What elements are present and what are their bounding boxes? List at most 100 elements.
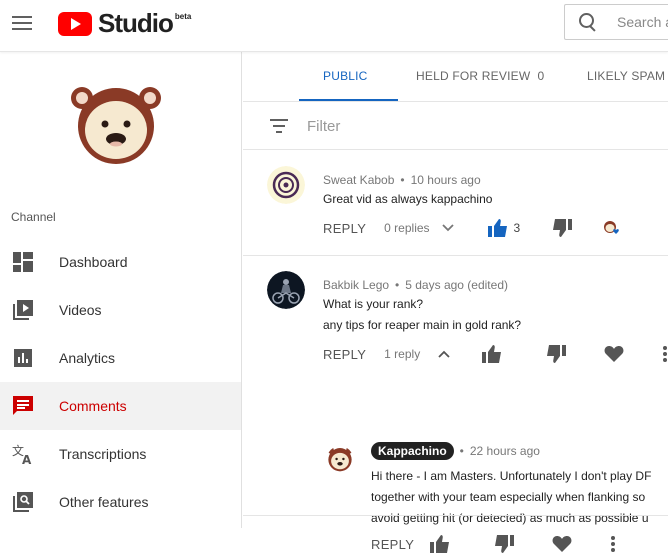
reply-author-badge[interactable]: Kappachino	[371, 442, 454, 460]
comment-author[interactable]: Sweat Kabob	[323, 173, 394, 187]
sidebar-nav: Dashboard Videos Analytics Comments 文A T…	[0, 238, 241, 526]
reply-button[interactable]: REPLY	[323, 221, 366, 236]
creator-heart-icon	[604, 221, 620, 234]
tab-label: HELD FOR REVIEW	[416, 69, 531, 83]
chevron-down-icon	[441, 224, 454, 232]
reply-text: Hi there - I am Masters. Unfortunately I…	[371, 466, 651, 529]
sidebar-item-other-features[interactable]: Other features	[0, 478, 241, 526]
tab-held-for-review[interactable]: HELD FOR REVIEW 0	[416, 69, 544, 83]
heart-icon	[604, 346, 624, 362]
thumbs-up-icon	[482, 345, 502, 363]
commenter-avatar[interactable]	[267, 166, 305, 204]
sidebar-item-comments[interactable]: Comments	[0, 382, 241, 430]
filter-input[interactable]: Filter	[307, 118, 340, 135]
sidebar-item-label: Dashboard	[59, 254, 128, 270]
like-button[interactable]	[430, 535, 450, 553]
top-bar: Studio beta Search a	[0, 0, 668, 52]
like-count: 3	[513, 221, 521, 235]
reply-line: together with your team especially when …	[371, 490, 646, 504]
channel-avatar[interactable]	[68, 84, 164, 166]
sidebar-item-label: Transcriptions	[59, 446, 147, 462]
sidebar-item-label: Analytics	[59, 350, 116, 366]
thumbs-up-icon	[430, 535, 450, 553]
comments-icon	[12, 395, 34, 417]
sidebar-item-analytics[interactable]: Analytics	[0, 334, 241, 382]
heart-button[interactable]	[552, 535, 572, 553]
heart-button[interactable]	[604, 345, 624, 363]
youtube-play-icon	[58, 11, 92, 36]
filter-icon[interactable]	[269, 119, 289, 133]
sidebar-item-transcriptions[interactable]: 文A Transcriptions	[0, 430, 241, 478]
sidebar-item-videos[interactable]: Videos	[0, 286, 241, 334]
translate-icon: 文A	[12, 443, 34, 465]
held-count: 0	[537, 69, 545, 83]
replies-count: 1 reply	[384, 347, 421, 361]
comment-author[interactable]: Bakbik Lego	[323, 278, 389, 292]
creator-heart-button[interactable]	[602, 218, 622, 238]
comment-tabs: PUBLIC HELD FOR REVIEW 0 LIKELY SPAM	[243, 52, 668, 102]
svg-text:A: A	[22, 453, 32, 465]
channel-label: Channel	[11, 210, 56, 224]
like-button[interactable]	[482, 345, 502, 363]
comment-item: Bakbik Lego • 5 days ago (edited) What is …	[243, 256, 668, 553]
sidebar-item-label: Other features	[59, 494, 149, 510]
comments-panel: PUBLIC HELD FOR REVIEW 0 LIKELY SPAM Fil…	[243, 52, 668, 553]
thumbs-down-icon	[547, 345, 567, 363]
comment-line: any tips for reaper main in gold rank?	[323, 318, 522, 332]
comment-meta: Bakbik Lego • 5 days ago (edited)	[323, 278, 508, 292]
logo-text: Studio	[98, 8, 174, 38]
reply-line: avoid getting hit (or detected) as much …	[371, 511, 649, 525]
more-options-button[interactable]	[662, 345, 668, 363]
comment-text: Great vid as always kappachino	[323, 192, 493, 206]
like-button[interactable]	[487, 219, 508, 237]
active-tab-indicator	[299, 99, 398, 101]
comment-item: Sweat Kabob • 10 hours ago Great vid as al…	[243, 151, 668, 255]
other-features-icon	[12, 491, 34, 513]
dislike-button[interactable]	[494, 535, 515, 553]
dashboard-icon	[12, 251, 34, 273]
comment-text: What is your rank? any tips for reaper m…	[323, 294, 521, 336]
videos-icon	[12, 299, 34, 321]
reply-author-avatar[interactable]	[327, 446, 353, 472]
thumbs-up-icon	[487, 219, 507, 237]
sidebar: Channel Dashboard Videos Analytics Comme…	[0, 52, 242, 528]
search-icon[interactable]	[579, 13, 597, 31]
thumbs-down-icon	[495, 535, 515, 553]
more-options-button[interactable]	[610, 535, 616, 553]
menu-icon[interactable]	[12, 12, 34, 34]
thumbs-down-icon	[553, 219, 573, 237]
comment-actions: REPLY 1 reply	[323, 345, 668, 363]
comment-time[interactable]: 5 days ago (edited)	[405, 278, 508, 292]
more-vert-icon	[611, 536, 616, 552]
comment-line: What is your rank?	[323, 297, 424, 311]
comment-meta: Sweat Kabob • 10 hours ago	[323, 173, 481, 187]
reply-line: Hi there - I am Masters. Unfortunately I…	[371, 469, 652, 483]
reply-meta: Kappachino • 22 hours ago	[371, 442, 540, 460]
sidebar-item-dashboard[interactable]: Dashboard	[0, 238, 241, 286]
reply-actions: REPLY	[371, 535, 616, 553]
divider	[243, 515, 668, 516]
studio-logo[interactable]: Studio beta	[58, 8, 191, 39]
dislike-button[interactable]	[552, 219, 573, 237]
sidebar-item-label: Videos	[59, 302, 102, 318]
commenter-avatar[interactable]	[267, 271, 305, 309]
replies-count: 0 replies	[384, 221, 430, 235]
replies-toggle[interactable]: 1 reply	[384, 347, 450, 361]
tab-public[interactable]: PUBLIC	[323, 69, 368, 83]
analytics-icon	[12, 347, 34, 369]
more-vert-icon	[663, 346, 668, 362]
reply-time[interactable]: 22 hours ago	[470, 444, 540, 458]
heart-icon	[552, 536, 572, 552]
replies-toggle[interactable]: 0 replies	[384, 221, 454, 235]
search-input[interactable]: Search a	[564, 4, 668, 40]
filter-bar[interactable]: Filter	[243, 102, 668, 150]
comment-time[interactable]: 10 hours ago	[411, 173, 481, 187]
reply-button[interactable]: REPLY	[371, 537, 414, 552]
beta-label: beta	[174, 12, 192, 21]
tab-likely-spam[interactable]: LIKELY SPAM	[587, 69, 665, 83]
reply-button[interactable]: REPLY	[323, 347, 366, 362]
search-placeholder: Search a	[617, 14, 668, 30]
dislike-button[interactable]	[546, 345, 567, 363]
chevron-up-icon	[438, 350, 450, 358]
comment-actions: REPLY 0 replies 3	[323, 218, 622, 238]
